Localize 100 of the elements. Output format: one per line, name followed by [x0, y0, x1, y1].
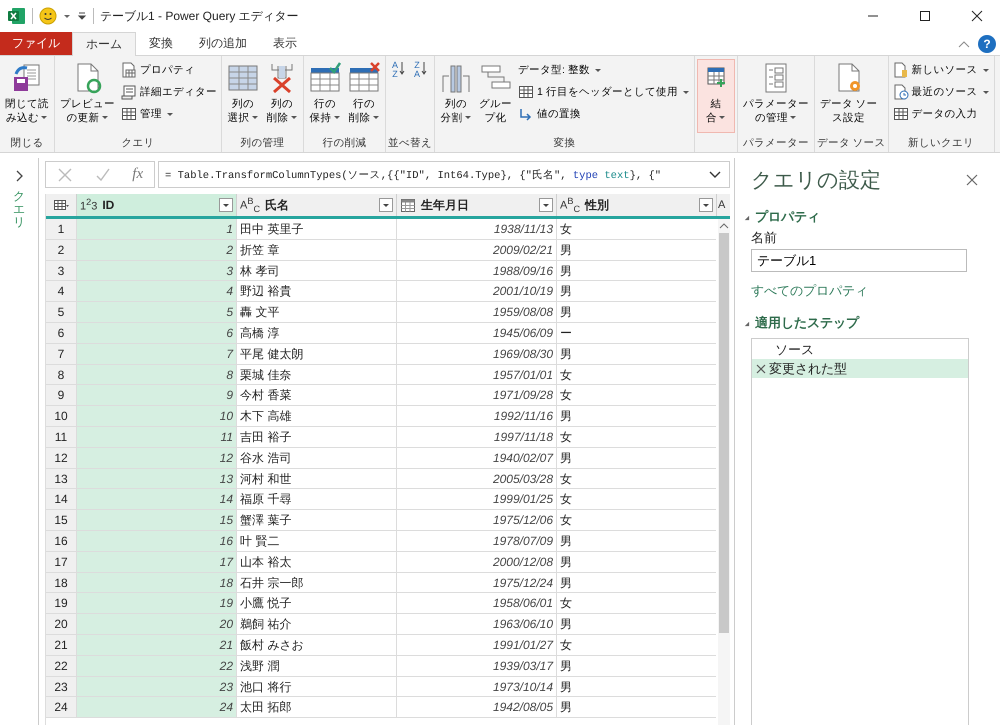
table-cell: 18	[76, 572, 236, 592]
table-cell: 17	[76, 552, 236, 572]
ribbon-tab[interactable]: 列の追加	[186, 32, 260, 55]
table-cell: 女	[556, 219, 716, 239]
expand-formula-icon[interactable]	[709, 170, 721, 178]
ribbon-button[interactable]: データの入力	[890, 103, 992, 125]
table-cell: 木下 高雄	[236, 406, 396, 426]
table-cell: 19	[76, 593, 236, 614]
table-icon	[53, 197, 69, 213]
function-symbol[interactable]: fx	[132, 166, 144, 183]
table-cell: 男	[556, 614, 716, 634]
all-properties-link[interactable]: すべてのプロパティ	[751, 282, 1000, 300]
table-cell: 12	[76, 448, 236, 468]
filter-dropdown-icon[interactable]	[379, 198, 393, 212]
scroll-document-icon	[121, 84, 137, 100]
table-cell: 男	[556, 552, 716, 572]
ribbon-button[interactable]: 1 行目をヘッダーとして使用	[516, 81, 692, 103]
table-icon	[892, 106, 909, 122]
scroll-up-icon[interactable]	[719, 223, 729, 229]
step-item[interactable]: 変更された型	[752, 359, 968, 378]
ribbon-button[interactable]: パラメーター の管理	[740, 59, 812, 133]
table-cell: 22	[76, 656, 236, 676]
ribbon-button[interactable]: 列の 分割	[437, 59, 475, 133]
group-label: データ ソース	[816, 136, 886, 151]
filter-dropdown-icon[interactable]	[219, 198, 233, 212]
ribbon-button[interactable]: 最近のソース	[890, 81, 992, 103]
ribbon-button[interactable]: 結 合	[696, 59, 735, 133]
vertical-scrollbar[interactable]	[718, 219, 730, 725]
collapse-ribbon-icon[interactable]	[958, 40, 970, 48]
table-cell: 浅野 潤	[236, 656, 396, 676]
row-number: 8	[46, 364, 76, 384]
ribbon-button[interactable]: 行の 削除	[345, 59, 383, 133]
section-toggle-icon[interactable]	[743, 320, 750, 326]
customize-menu-icon[interactable]	[77, 11, 87, 21]
row-number: 16	[46, 530, 76, 551]
table-cell: 女	[556, 634, 716, 655]
help-button[interactable]: ?	[978, 34, 996, 52]
check-icon[interactable]	[94, 166, 111, 182]
ribbon-button[interactable]: プロパティ	[119, 59, 219, 81]
recent-document-icon	[892, 84, 909, 100]
type-label: 1$^{2}$3	[80, 197, 98, 213]
dropdown-icon[interactable]	[63, 12, 71, 20]
row-number: 22	[46, 656, 76, 676]
table-cell: 叶 賢二	[236, 530, 396, 551]
ribbon-button[interactable]: 列の 削除	[263, 59, 301, 133]
table-cell: 高橋 淳	[236, 322, 396, 343]
delete-icon[interactable]	[756, 364, 766, 374]
ribbon-button[interactable]: プレビュー の更新	[57, 59, 118, 133]
sort-button[interactable]: A Z	[388, 59, 410, 81]
spreadsheet-app-icon	[8, 7, 26, 25]
table-cell: 女	[556, 426, 716, 447]
maximize-icon[interactable]	[919, 10, 931, 22]
ribbon-button[interactable]: データ ソー ス設定	[816, 59, 881, 133]
table-cell: 女	[556, 593, 716, 614]
new-document-icon	[892, 62, 909, 78]
filter-dropdown-icon[interactable]	[539, 198, 553, 212]
ribbon-tab[interactable]: 表示	[260, 32, 310, 55]
table-cell: 2001/10/19	[396, 281, 556, 302]
ribbon-button[interactable]: 列の 選択	[224, 59, 262, 133]
ribbon-button[interactable]: 値の置換	[516, 103, 692, 125]
table-cell: 1969/08/30	[396, 344, 556, 364]
table-cell: 河村 和世	[236, 468, 396, 488]
row-number: 13	[46, 468, 76, 488]
table-cell: 1992/11/16	[396, 406, 556, 426]
section-toggle-icon[interactable]	[743, 214, 750, 220]
table-cell: 1940/02/07	[396, 448, 556, 468]
table-cell: 蟹澤 葉子	[236, 510, 396, 530]
scrollbar-thumb[interactable]	[719, 233, 729, 633]
table-cell: 池口 将行	[236, 676, 396, 696]
ribbon-tab[interactable]: ホーム	[72, 32, 136, 56]
table-cell: 男	[556, 344, 716, 364]
ribbon-button[interactable]: 行の 保持	[306, 59, 344, 133]
ribbon-button[interactable]: 新しいソース	[890, 59, 992, 81]
ribbon-button[interactable]: 管理	[119, 103, 219, 125]
group-label: 新しいクエリ	[907, 136, 976, 151]
ribbon-button[interactable]: グルー プ化	[476, 59, 515, 133]
table-cell: 平尾 健太朗	[236, 344, 396, 364]
group-label: 列の管理	[240, 136, 286, 151]
sort-button[interactable]: Z A	[410, 59, 432, 81]
table-cell: 男	[556, 302, 716, 322]
smiley-icon[interactable]	[39, 7, 57, 25]
name-field[interactable]: テーブル1	[751, 249, 967, 272]
close-icon[interactable]	[971, 10, 983, 22]
row-number: 1	[46, 219, 76, 239]
properties-icon	[121, 62, 137, 78]
expand-icon[interactable]	[14, 170, 24, 182]
table-cell: 1942/08/05	[396, 697, 556, 718]
filter-dropdown-icon[interactable]	[699, 198, 713, 212]
ribbon-tab[interactable]: 変換	[136, 32, 186, 55]
row-number: 7	[46, 344, 76, 364]
ribbon-tab[interactable]: ファイル	[0, 32, 72, 55]
ribbon-button[interactable]: 閉じて読 み込む	[2, 59, 52, 133]
step-item[interactable]: ソース	[752, 340, 968, 359]
table-cell: 1945/06/09	[396, 322, 556, 343]
column-header[interactable]: 1$^{2}$3 ID	[76, 194, 236, 216]
ribbon-button[interactable]: データ型: 整数	[516, 59, 692, 81]
table-cell: 石井 宗一郎	[236, 572, 396, 592]
row-delete-icon	[348, 62, 380, 94]
formula-field[interactable]: = Table.TransformColumnTypes(ソース,{{"ID", Int64.Type}, {"氏名", type text}, {"	[158, 161, 730, 188]
ribbon-button[interactable]: 詳細エディター	[119, 81, 219, 103]
